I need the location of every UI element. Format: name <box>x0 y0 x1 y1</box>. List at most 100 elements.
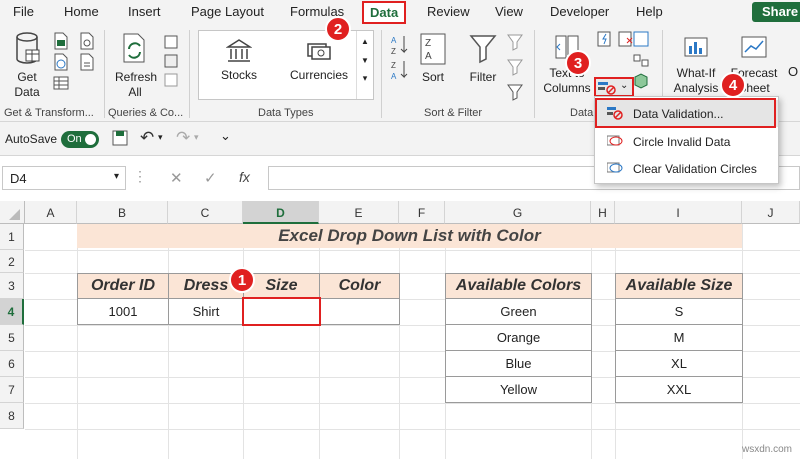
column-header-d[interactable]: D <box>243 201 319 224</box>
order-id-header[interactable]: Order ID <box>77 273 169 299</box>
refresh-all-label: Refresh All <box>115 70 158 99</box>
stocks-button[interactable]: Stocks <box>206 38 272 83</box>
column-header-i[interactable]: I <box>615 201 742 224</box>
name-box[interactable]: D4 ▾ <box>2 166 126 190</box>
color-list-item[interactable]: Green <box>445 298 592 325</box>
color-list-item[interactable]: Blue <box>445 350 592 377</box>
select-all-corner[interactable] <box>0 201 25 224</box>
save-icon[interactable] <box>111 129 129 150</box>
redo-icon[interactable]: ↷ <box>176 128 190 148</box>
dress-cell[interactable]: Shirt <box>168 298 244 325</box>
sort-icon: ZA <box>420 33 446 65</box>
cancel-icon[interactable]: ✕ <box>170 169 183 187</box>
sort-z-a-icon[interactable]: ZA <box>390 59 410 81</box>
column-header-h[interactable]: H <box>591 201 615 224</box>
size-list-item[interactable]: S <box>615 298 743 325</box>
sort-label: Sort <box>421 70 444 84</box>
available-size-header[interactable]: Available Size <box>615 273 743 299</box>
color-header[interactable]: Color <box>319 273 400 299</box>
sort-a-z-icon[interactable]: AZ <box>390 34 410 56</box>
outline-label-partial: O <box>788 64 799 79</box>
data-validation-icon <box>598 82 616 95</box>
get-data-button[interactable]: Get Data <box>6 32 48 100</box>
more-icon[interactable]: ▾ <box>357 73 373 84</box>
query-side-icons <box>163 34 183 91</box>
available-colors-header[interactable]: Available Colors <box>445 273 592 299</box>
sheet-title[interactable]: Excel Drop Down List with Color <box>77 224 742 248</box>
row-header-7[interactable]: 7 <box>0 377 24 403</box>
row-header-8[interactable]: 8 <box>0 403 24 429</box>
column-header-b[interactable]: B <box>77 201 168 224</box>
row-header-3[interactable]: 3 <box>0 273 24 299</box>
callout-badge: 4 <box>720 72 746 98</box>
color-list-item[interactable]: Orange <box>445 324 592 351</box>
undo-dropdown-icon[interactable]: ▾ <box>158 132 163 143</box>
menu-help[interactable]: Help <box>636 4 663 19</box>
data-validation-dropdown-button[interactable]: ⌄ <box>594 77 634 97</box>
size-list-item[interactable]: XXL <box>615 376 743 403</box>
size-list-item[interactable]: XL <box>615 350 743 377</box>
forecast-icon <box>741 36 767 58</box>
row-header-4[interactable]: 4 <box>0 299 24 325</box>
more-options-icon[interactable]: ⋮ <box>133 168 147 185</box>
autosave-toggle-label: On <box>67 133 82 145</box>
chevron-up-icon[interactable]: ▲ <box>357 37 373 46</box>
redo-dropdown-icon[interactable]: ▾ <box>194 132 199 143</box>
data-model-icon[interactable] <box>632 72 650 90</box>
menu-data[interactable]: Data <box>362 1 407 24</box>
menu-page-layout[interactable]: Page Layout <box>191 4 264 19</box>
column-header-c[interactable]: C <box>168 201 243 224</box>
menu-developer[interactable]: Developer <box>550 4 609 19</box>
menu-insert[interactable]: Insert <box>128 4 161 19</box>
menu-review[interactable]: Review <box>427 4 470 19</box>
customize-qat-icon[interactable]: ⌄ <box>220 128 231 144</box>
gallery-scroll[interactable]: ▲ ▼ ▾ <box>356 31 373 99</box>
recent-sources-icon <box>80 32 94 50</box>
refresh-all-button[interactable]: Refresh All <box>112 32 158 100</box>
autosave-toggle[interactable]: On <box>61 131 99 148</box>
column-header-a[interactable]: A <box>25 201 77 224</box>
insert-function-icon[interactable]: fx <box>239 169 250 185</box>
data-validation-highlight <box>595 98 776 128</box>
what-if-analysis-button[interactable]: What-If Analysis <box>666 32 726 96</box>
chevron-down-icon[interactable]: ▼ <box>357 56 373 65</box>
consolidate-icon[interactable] <box>632 30 650 48</box>
share-button[interactable]: Share <box>752 2 800 22</box>
row-header-1[interactable]: 1 <box>0 224 24 250</box>
separator <box>104 30 105 118</box>
currencies-button[interactable]: Currencies <box>282 38 356 83</box>
menu-file[interactable]: File <box>13 4 34 19</box>
reapply-icon[interactable] <box>506 57 526 79</box>
order-id-cell[interactable]: 1001 <box>77 298 169 325</box>
color-list-item[interactable]: Yellow <box>445 376 592 403</box>
menu-item-clear-circles[interactable]: Clear Validation Circles <box>595 155 778 182</box>
size-list-item[interactable]: M <box>615 324 743 351</box>
row-header-2[interactable]: 2 <box>0 250 24 273</box>
filter-button[interactable]: Filter <box>464 32 502 85</box>
relationships-icon[interactable] <box>632 51 650 69</box>
undo-icon[interactable]: ↶ <box>140 128 154 148</box>
flash-fill-icon[interactable] <box>596 30 614 48</box>
clear-circles-icon <box>607 162 623 173</box>
database-icon <box>16 32 40 64</box>
sort-button[interactable]: ZA Sort <box>416 32 450 85</box>
svg-text:Z: Z <box>391 47 396 56</box>
color-cell[interactable] <box>319 298 400 325</box>
column-header-j[interactable]: J <box>742 201 800 224</box>
enter-icon[interactable]: ✓ <box>204 169 217 187</box>
menu-view[interactable]: View <box>495 4 523 19</box>
sort-small-icons: AZ ZA <box>390 34 412 84</box>
small-query-icons <box>52 32 72 102</box>
existing-connections-icon <box>80 53 94 71</box>
advanced-filter-icon[interactable] <box>506 82 526 104</box>
column-header-e[interactable]: E <box>319 201 399 224</box>
menu-item-circle-invalid[interactable]: Circle Invalid Data <box>595 128 778 155</box>
chevron-down-icon[interactable]: ▾ <box>114 171 119 182</box>
column-header-f[interactable]: F <box>399 201 445 224</box>
row-header-6[interactable]: 6 <box>0 351 24 377</box>
menu-home[interactable]: Home <box>64 4 99 19</box>
row-header-5[interactable]: 5 <box>0 325 24 351</box>
clear-filter-icon[interactable] <box>506 32 526 54</box>
watermark: wsxdn.com <box>742 444 793 455</box>
column-header-g[interactable]: G <box>445 201 591 224</box>
